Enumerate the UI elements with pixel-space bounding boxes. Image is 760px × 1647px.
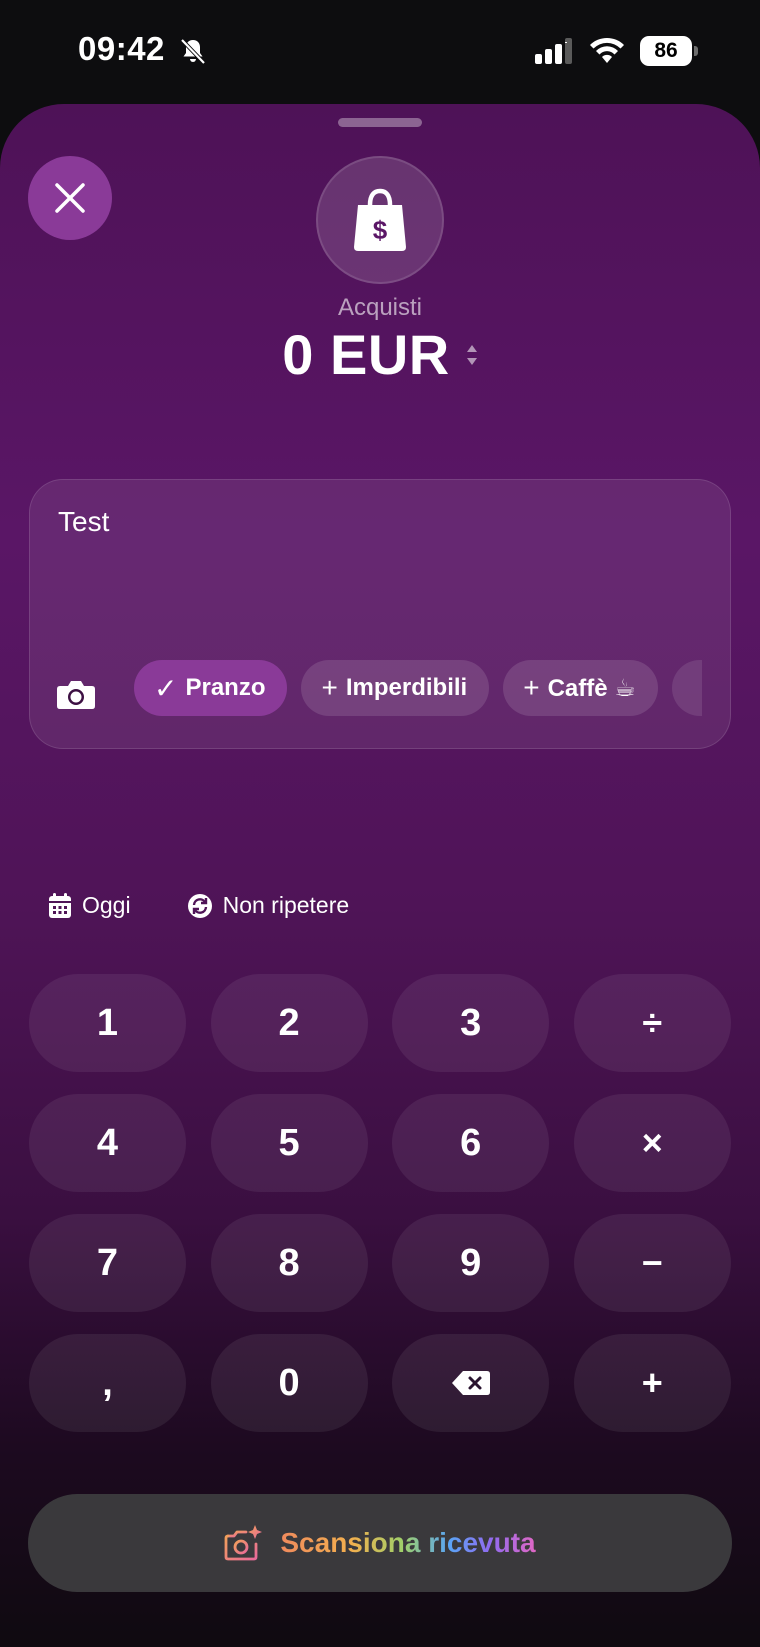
key-decimal-comma[interactable]: , xyxy=(29,1334,186,1432)
key-2[interactable]: 2 xyxy=(210,974,368,1072)
key-1[interactable]: 1 xyxy=(29,974,186,1072)
scan-receipt-button[interactable]: Scansiona ricevuta xyxy=(28,1494,732,1592)
battery-level: 86 xyxy=(640,36,692,66)
date-label: Oggi xyxy=(82,892,131,918)
key-backspace[interactable] xyxy=(392,1334,550,1432)
currency-switch-icon[interactable] xyxy=(466,343,478,367)
close-button[interactable] xyxy=(28,156,112,240)
tag-chip-label: Caffè ☕ xyxy=(547,674,636,702)
key-5[interactable]: 5 xyxy=(210,1094,368,1192)
keypad: 1 2 3 ÷ 4 5 6 × 7 8 9 − , 0 + xyxy=(29,974,731,1432)
tag-chip-imperdibili[interactable]: + Imperdibili xyxy=(301,660,490,716)
plus-icon: + xyxy=(321,672,338,703)
battery-icon: 86 xyxy=(640,36,698,66)
attach-photo-button[interactable] xyxy=(52,670,100,718)
wifi-icon xyxy=(590,37,624,63)
close-icon xyxy=(55,183,85,213)
category-picker[interactable]: $ xyxy=(316,156,444,284)
key-9[interactable]: 9 xyxy=(392,1214,550,1312)
scan-receipt-label: Scansiona ricevuta xyxy=(280,1527,536,1558)
status-bar: 09:42 86 xyxy=(0,0,760,104)
tag-chip-pranzo[interactable]: ✓ Pranzo xyxy=(134,660,288,716)
tag-chip-more[interactable] xyxy=(671,660,702,716)
calendar-icon xyxy=(49,892,71,918)
amount-display[interactable]: 0 EUR xyxy=(282,322,449,387)
date-option[interactable]: Oggi xyxy=(48,892,131,919)
options-row: Oggi Non ripetere xyxy=(48,892,349,919)
camera-sparkle-icon xyxy=(224,1525,263,1561)
key-0[interactable]: 0 xyxy=(210,1334,368,1432)
category-label: Acquisti xyxy=(337,294,423,321)
camera-icon xyxy=(57,681,95,709)
note-card: Test ✓ Pranzo + Imperdibili + Caffè ☕ xyxy=(29,479,731,749)
backspace-icon xyxy=(451,1371,490,1395)
tag-chip-label: Imperdibili xyxy=(345,674,468,701)
key-7[interactable]: 7 xyxy=(29,1214,186,1312)
key-8[interactable]: 8 xyxy=(210,1214,368,1312)
repeat-label: Non ripetere xyxy=(222,892,350,918)
shopping-bag-dollar-icon: $ xyxy=(354,188,406,251)
note-input[interactable]: Test xyxy=(58,506,109,538)
status-time: 09:42 xyxy=(78,30,165,67)
key-3[interactable]: 3 xyxy=(392,974,550,1072)
key-add[interactable]: + xyxy=(573,1334,731,1432)
svg-text:$: $ xyxy=(373,215,388,245)
key-6[interactable]: 6 xyxy=(392,1094,550,1192)
bell-slash-icon xyxy=(180,38,206,65)
key-subtract[interactable]: − xyxy=(573,1214,731,1312)
cellular-signal-icon xyxy=(535,38,572,64)
key-multiply[interactable]: × xyxy=(573,1094,731,1192)
key-divide[interactable]: ÷ xyxy=(573,974,731,1072)
tag-chip-label: Pranzo xyxy=(185,674,266,701)
tag-chips: ✓ Pranzo + Imperdibili + Caffè ☕ xyxy=(134,660,702,716)
plus-icon: + xyxy=(523,672,540,703)
repeat-icon xyxy=(187,893,212,918)
add-transaction-sheet: $ Acquisti 0 EUR Test ✓ Pranzo + Imperdi… xyxy=(0,104,760,1647)
repeat-option[interactable]: Non ripetere xyxy=(187,892,350,919)
sheet-grabber[interactable] xyxy=(338,118,422,127)
amount-row[interactable]: 0 EUR xyxy=(0,322,760,387)
battery-tip xyxy=(694,46,698,56)
tag-chip-caffe[interactable]: + Caffè ☕ xyxy=(503,660,658,716)
check-icon: ✓ xyxy=(154,672,178,704)
key-4[interactable]: 4 xyxy=(29,1094,186,1192)
